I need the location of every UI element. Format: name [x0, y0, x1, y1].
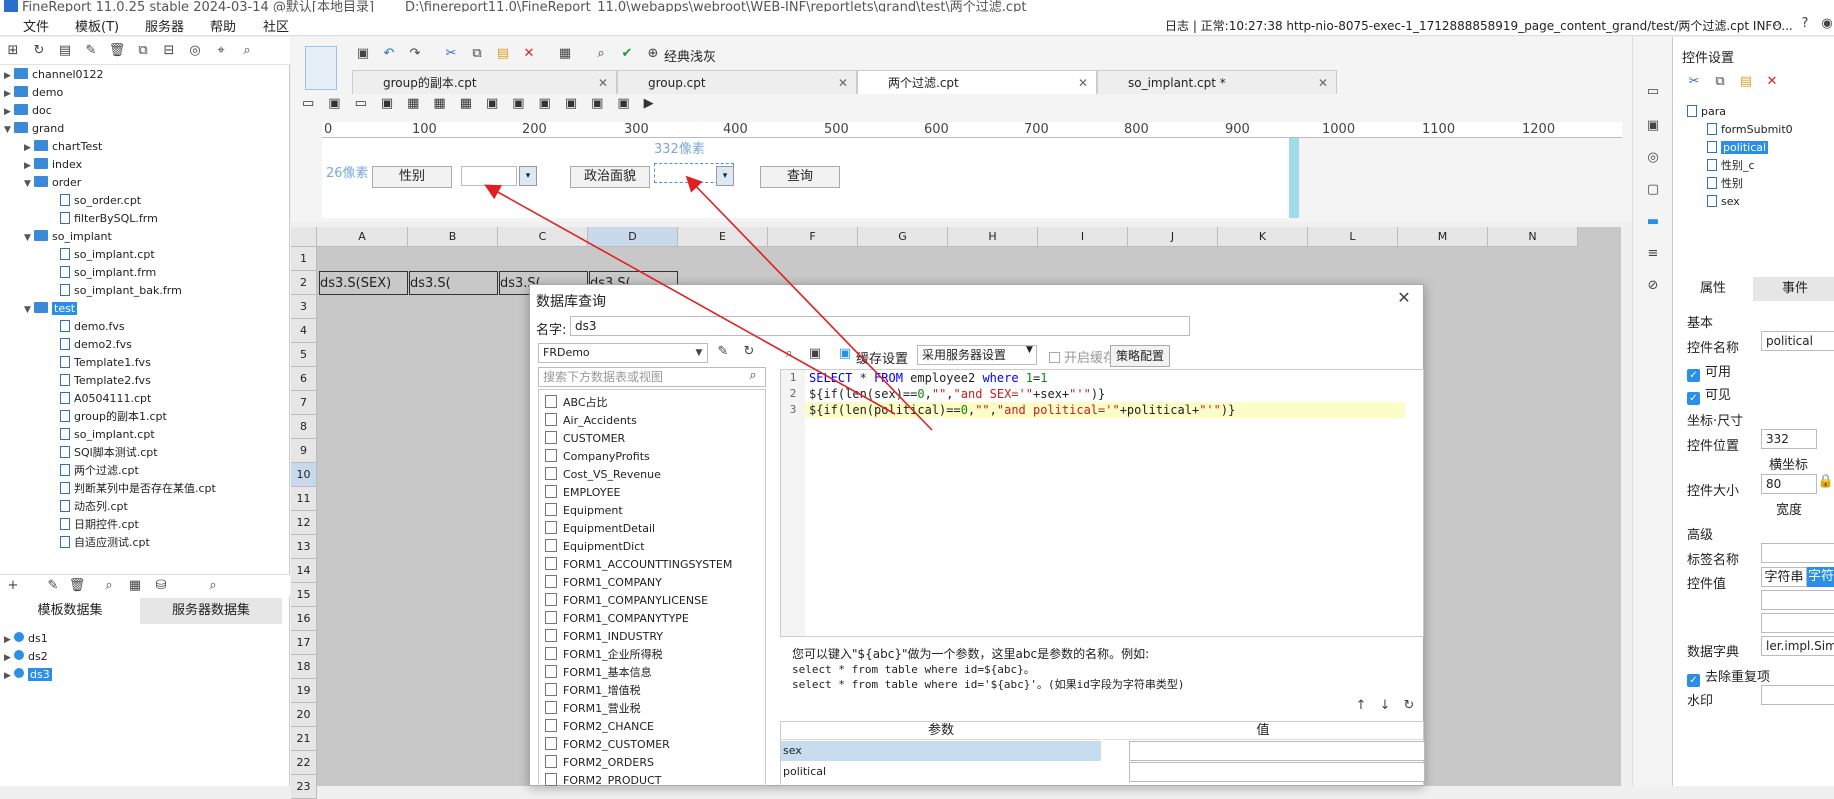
annotation-arrows: [484, 175, 933, 431]
arrow-political: [685, 175, 933, 431]
arrow-sex: [484, 184, 896, 415]
